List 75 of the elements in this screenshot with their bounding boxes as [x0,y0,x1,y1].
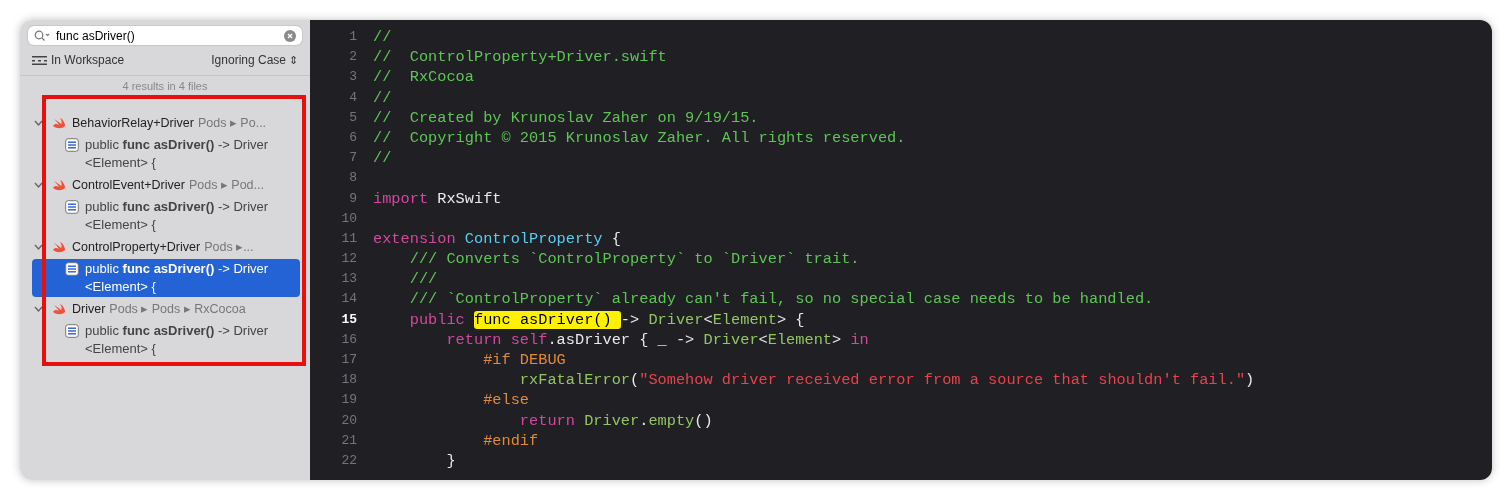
file-path: Pods ▸... [204,238,254,256]
document-icon [65,200,79,214]
disclosure-icon[interactable] [34,305,43,313]
code-line: /// `ControlProperty` already can't fail, so no special case needs to be handled. [408,289,1154,310]
disclosure-icon[interactable] [34,243,43,251]
code-line: #if DEBUG [482,350,566,371]
code-line: #endif [482,430,539,451]
code-line: // [373,87,392,108]
file-path: Pods ▸ Po... [197,114,267,132]
code-line: // Created by Krunoslav Zaher on 9/19/15. [373,107,759,128]
file-name[interactable]: ControlProperty+Driver [72,237,201,257]
line-number: 15 [340,310,357,329]
line-number: 17 [340,351,357,369]
line-number: 11 [340,229,357,248]
matching-button[interactable]: Ignoring Case ⇕ [211,51,298,69]
search-field[interactable]: func asDriver() [28,26,302,45]
file-path: Pods ▸ Pods ▸ RxCocoa [109,300,246,318]
file-name[interactable]: ControlEvent+Driver [72,175,185,195]
code-line: rxFatalError("Somehow driver received error from a source that shouldn't fail.") [518,370,1255,391]
code-line: // RxCocoa [373,67,474,88]
swift-icon [52,116,67,130]
code-line: import RxSwift [373,188,502,209]
search-icon [34,30,51,41]
code-line: // ControlProperty+Driver.swift [373,47,667,68]
line-number: 3 [348,68,357,87]
search-match: func asDriver() [474,310,621,329]
line-number: 14 [340,290,357,309]
clear-icon[interactable] [284,29,296,42]
document-icon [65,324,79,338]
file-path: Pods ▸ Pod... [188,176,264,194]
line-number: 18 [340,371,357,390]
line-number: 2 [348,48,357,67]
search-input[interactable]: func asDriver() [56,26,279,45]
code-line: // Copyright © 2015 Krunoslav Zaher. All rights reserved. [373,127,906,149]
code-line: extension ControlProperty { [373,228,621,250]
code-line: } [445,450,456,472]
file-name[interactable]: Driver [72,299,106,319]
list-icon [32,55,47,65]
code-line: // [373,148,392,169]
swift-icon [52,302,67,316]
line-number: 21 [340,431,357,450]
line-number: 8 [348,169,357,188]
line-number: 12 [340,250,357,269]
result-item[interactable]: public func asDriver() -> Driver<Element> { [32,135,300,173]
line-number: 1 [348,28,357,46]
line-number: 5 [348,108,357,127]
code-line: #else [482,390,530,411]
swift-icon [52,178,67,192]
result-item[interactable]: public func asDriver() -> Driver<Element> { [32,197,300,235]
line-number: 6 [348,128,357,147]
results-summary: 4 results in 4 files [121,79,209,93]
code-line: // [373,27,392,48]
line-number: 9 [348,189,357,208]
line-number: 16 [340,330,357,349]
line-number: 4 [348,88,357,107]
line-number: 7 [348,149,357,168]
result-item[interactable]: public func asDriver() -> Driver<Element> { [32,321,300,359]
document-icon [65,262,79,276]
code-line: return self.asDriver { _ -> Driver<Element> in [445,329,869,350]
scope-button[interactable]: In Workspace [32,51,125,69]
code-line: return Driver.empty() [518,410,713,431]
code-line: /// Converts `ControlProperty` to `Driver` trait. [408,249,860,270]
line-number: 10 [340,209,357,228]
line-number: 20 [340,411,357,430]
line-number: 13 [340,270,357,289]
result-item[interactable]: public func asDriver() -> Driver<Element> { [32,259,300,297]
line-number: 19 [340,391,357,410]
swift-icon [52,240,67,254]
code-line: /// [408,269,438,290]
code-line: public func asDriver() -> Driver<Element> { [408,309,805,330]
line-number: 22 [340,451,357,470]
disclosure-icon[interactable] [34,119,43,127]
document-icon [65,138,79,152]
disclosure-icon[interactable] [34,181,43,189]
file-name[interactable]: BehaviorRelay+Driver [72,113,194,133]
